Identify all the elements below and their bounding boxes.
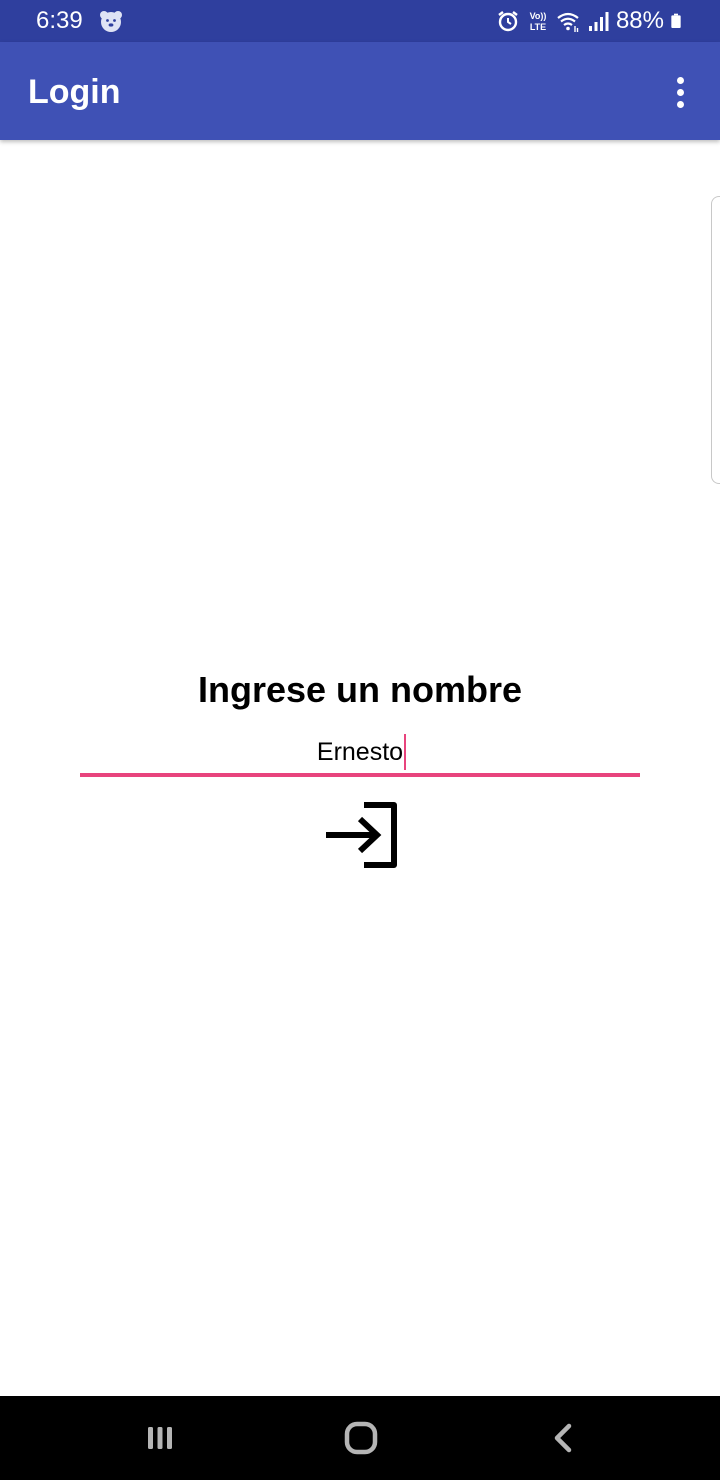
battery-percent: 88% — [615, 7, 664, 34]
navigation-bar — [0, 1396, 720, 1480]
overflow-menu-icon[interactable] — [664, 72, 696, 112]
volte-icon: Vo)) LTE — [530, 11, 547, 32]
battery-icon — [671, 13, 681, 28]
edge-panel-handle[interactable] — [711, 196, 720, 484]
status-icons: Vo)) LTE 88% — [496, 6, 686, 36]
field-underline — [80, 773, 640, 777]
name-input[interactable] — [80, 732, 640, 772]
back-icon — [554, 1423, 572, 1453]
name-field[interactable] — [80, 732, 640, 778]
home-button[interactable] — [339, 1416, 383, 1460]
wifi-icon — [557, 12, 579, 32]
text-cursor — [404, 734, 406, 770]
menu-dot — [676, 88, 684, 96]
login-button[interactable] — [316, 796, 404, 872]
back-button[interactable] — [542, 1416, 586, 1460]
page-title: Login — [28, 73, 121, 111]
signal-icon — [588, 12, 609, 31]
menu-dot — [676, 76, 684, 84]
recents-icon — [148, 1427, 172, 1449]
volte-top-text: Vo)) — [530, 11, 547, 21]
login-icon — [326, 802, 397, 868]
menu-dot — [676, 100, 684, 108]
alarm-icon — [498, 11, 518, 32]
volte-bottom-text: LTE — [530, 22, 546, 32]
name-prompt: Ingrese un nombre — [197, 669, 523, 710]
recents-button[interactable] — [138, 1416, 182, 1460]
home-icon — [344, 1421, 378, 1455]
app-bar: Login — [0, 42, 720, 140]
status-time: 6:39 — [36, 7, 83, 34]
notification-bear-icon — [100, 11, 122, 32]
status-bar: 6:39 Vo)) LTE 88% — [0, 0, 720, 42]
